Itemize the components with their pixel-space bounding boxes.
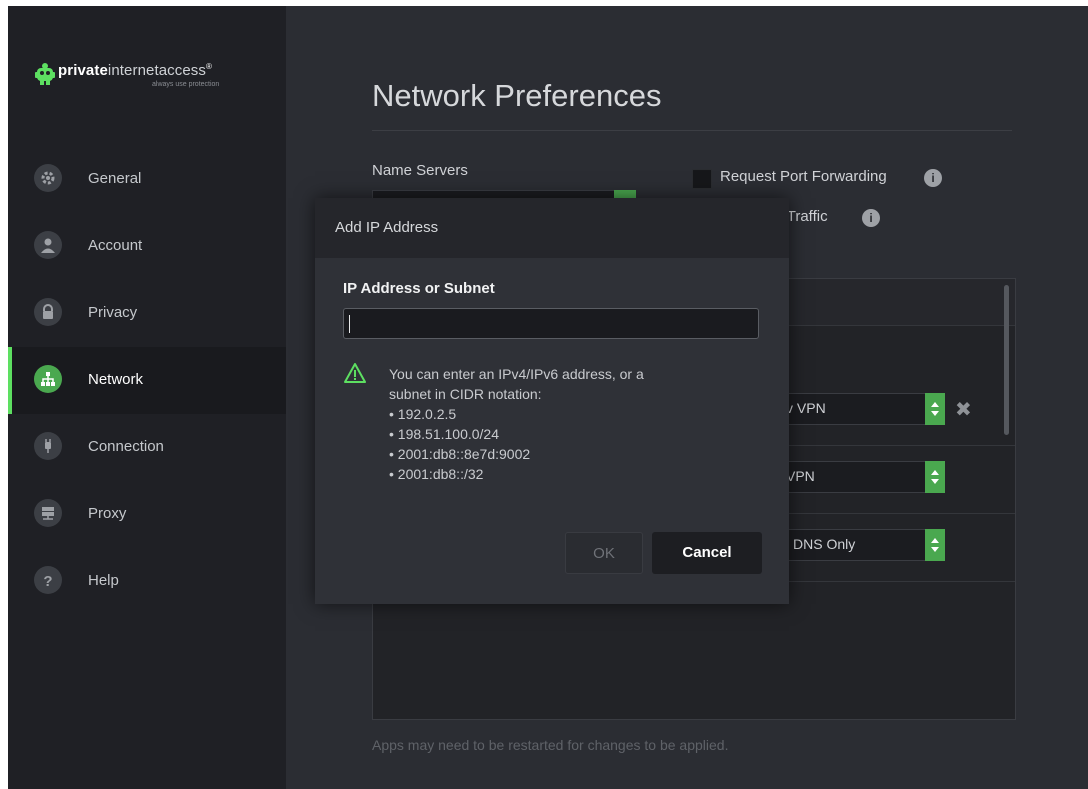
select-value: VPN — [786, 468, 815, 484]
lock-icon — [34, 298, 62, 326]
select-value: l DNS Only — [786, 536, 856, 552]
example-item: • 192.0.2.5 — [389, 406, 457, 422]
brand-name-bold: private — [58, 62, 108, 79]
restart-hint: Apps may need to be restarted for change… — [372, 737, 729, 753]
dialog-header: Add IP Address — [315, 198, 789, 258]
cancel-button[interactable]: Cancel — [652, 532, 762, 574]
sidebar: privateinternetaccess® always use protec… — [8, 6, 286, 789]
name-servers-label: Name Servers — [372, 162, 468, 179]
add-ip-dialog: Add IP Address IP Address or Subnet You … — [315, 198, 789, 604]
brand-logo: privateinternetaccess® always use protec… — [34, 58, 264, 98]
ok-button[interactable]: OK — [565, 532, 643, 574]
sidebar-item-connection[interactable]: Connection — [8, 414, 286, 481]
dialog-message: You can enter an IPv4/IPv6 address, or a… — [389, 364, 769, 484]
sidebar-item-proxy[interactable]: Proxy — [8, 481, 286, 548]
info-icon[interactable]: i — [862, 209, 880, 227]
registered-mark: ® — [206, 62, 213, 71]
sidebar-item-label: Account — [88, 237, 143, 254]
example-item: • 2001:db8::/32 — [389, 466, 484, 482]
active-indicator — [8, 347, 12, 414]
brand-name: privateinternetaccess® — [58, 62, 212, 79]
question-icon: ? — [34, 566, 62, 594]
sidebar-item-label: General — [88, 170, 142, 187]
sidebar-item-network[interactable]: Network — [8, 347, 286, 414]
plug-icon — [34, 432, 62, 460]
app-route-select[interactable]: l DNS Only — [773, 529, 945, 561]
message-line: subnet in CIDR notation: — [389, 386, 542, 402]
sidebar-item-help[interactable]: ? Help — [8, 548, 286, 615]
sidebar-item-general[interactable]: General — [8, 146, 286, 213]
robot-logo-icon — [35, 63, 55, 85]
port-forwarding-checkbox[interactable] — [692, 169, 712, 189]
info-icon[interactable]: i — [924, 169, 942, 187]
text-caret — [349, 315, 350, 333]
app-route-select[interactable]: VPN — [773, 461, 945, 493]
sidebar-item-label: Privacy — [88, 304, 138, 321]
sidebar-nav: General Account Privacy Network Connecti… — [8, 146, 286, 615]
gear-icon — [34, 164, 62, 192]
sidebar-item-account[interactable]: Account — [8, 213, 286, 280]
user-icon — [34, 231, 62, 259]
warning-icon — [344, 363, 366, 383]
ip-address-input[interactable] — [343, 308, 759, 339]
sidebar-item-label: Proxy — [88, 505, 127, 522]
port-forwarding-label: Request Port Forwarding — [720, 168, 887, 185]
sidebar-item-label: Help — [88, 572, 119, 589]
app-route-select[interactable]: v VPN — [773, 393, 945, 425]
brand-tagline: always use protection — [152, 81, 220, 88]
title-divider — [372, 130, 1012, 131]
select-spinner-icon[interactable] — [925, 461, 945, 493]
sidebar-item-privacy[interactable]: Privacy — [8, 280, 286, 347]
example-item: • 198.51.100.0/24 — [389, 426, 499, 442]
select-spinner-icon[interactable] — [925, 393, 945, 425]
select-spinner-icon[interactable] — [925, 529, 945, 561]
example-item: • 2001:db8::8e7d:9002 — [389, 446, 531, 462]
brand-name-rest: internetaccess — [107, 62, 207, 79]
remove-icon[interactable]: ✖ — [955, 397, 972, 422]
ip-field-label: IP Address or Subnet — [343, 280, 495, 297]
sidebar-item-label: Network — [88, 371, 144, 388]
server-icon — [34, 499, 62, 527]
select-value: v VPN — [786, 400, 826, 416]
svg-text:?: ? — [43, 573, 52, 588]
dialog-title: Add IP Address — [335, 219, 439, 236]
message-line: You can enter an IPv4/IPv6 address, or a — [389, 366, 644, 382]
network-icon — [34, 365, 62, 393]
sidebar-item-label: Connection — [88, 438, 164, 455]
app-window: privateinternetaccess® always use protec… — [8, 6, 1088, 789]
page-title: Network Preferences — [372, 78, 662, 113]
